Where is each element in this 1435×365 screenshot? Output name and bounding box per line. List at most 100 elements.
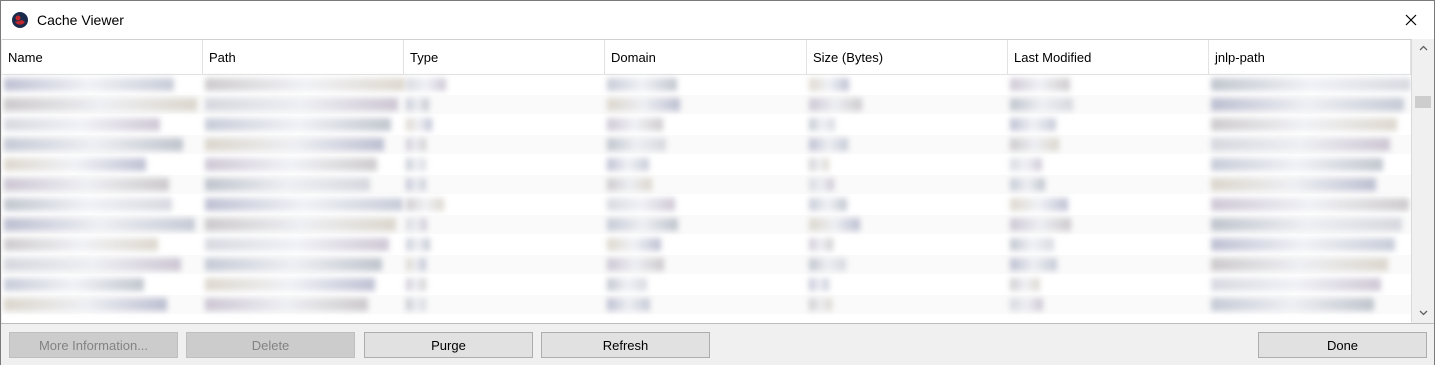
obscured-cell xyxy=(1211,198,1409,211)
table-row[interactable] xyxy=(2,295,1411,314)
obscured-cell xyxy=(406,218,427,231)
chevron-up-icon xyxy=(1419,45,1427,50)
obscured-cell xyxy=(809,118,835,131)
cache-table[interactable]: Name Path Type Domain Size (Bytes) Last … xyxy=(2,39,1411,323)
table-row[interactable] xyxy=(2,195,1411,214)
obscured-cell xyxy=(406,278,426,291)
obscured-cell xyxy=(406,258,426,271)
obscured-cell xyxy=(1211,78,1411,91)
obscured-cell xyxy=(406,198,444,211)
obscured-cell xyxy=(4,278,144,291)
obscured-cell xyxy=(205,258,382,271)
table-row[interactable] xyxy=(2,115,1411,134)
vertical-scrollbar[interactable] xyxy=(1411,39,1434,322)
cache-viewer-window: Cache Viewer Name Path Type Domain Size … xyxy=(0,0,1435,365)
obscured-cell xyxy=(4,178,169,191)
obscured-cell xyxy=(607,278,647,291)
obscured-cell xyxy=(1211,98,1404,111)
table-row[interactable] xyxy=(2,75,1411,94)
obscured-cell xyxy=(205,278,375,291)
scroll-thumb[interactable] xyxy=(1415,96,1431,108)
obscured-cell xyxy=(607,138,666,151)
obscured-cell xyxy=(1010,218,1071,231)
obscured-cell xyxy=(205,158,377,171)
obscured-cell xyxy=(607,298,650,311)
table-row[interactable] xyxy=(2,175,1411,194)
delete-button[interactable]: Delete xyxy=(186,332,355,358)
obscured-cell xyxy=(205,118,391,131)
obscured-cell xyxy=(406,138,426,151)
obscured-cell xyxy=(205,138,384,151)
column-header-jnlp-path[interactable]: jnlp-path xyxy=(1209,40,1411,74)
obscured-cell xyxy=(607,98,680,111)
table-body xyxy=(2,75,1411,323)
table-row[interactable] xyxy=(2,235,1411,254)
obscured-cell xyxy=(1211,118,1397,131)
column-header-name[interactable]: Name xyxy=(2,40,203,74)
obscured-cell xyxy=(809,158,829,171)
obscured-cell xyxy=(1211,258,1388,271)
table-row[interactable] xyxy=(2,135,1411,154)
obscured-cell xyxy=(4,138,183,151)
obscured-cell xyxy=(4,98,197,111)
obscured-cell xyxy=(406,298,426,311)
obscured-cell xyxy=(607,198,675,211)
column-header-path[interactable]: Path xyxy=(203,40,404,74)
obscured-cell xyxy=(205,218,396,231)
more-information-button[interactable]: More Information... xyxy=(9,332,178,358)
obscured-cell xyxy=(809,98,862,111)
obscured-cell xyxy=(1211,218,1402,231)
obscured-cell xyxy=(1010,78,1070,91)
table-row[interactable] xyxy=(2,255,1411,274)
obscured-cell xyxy=(607,78,677,91)
obscured-cell xyxy=(4,238,158,251)
obscured-cell xyxy=(4,258,181,271)
obscured-cell xyxy=(607,238,661,251)
obscured-cell xyxy=(205,78,405,91)
obscured-cell xyxy=(809,298,832,311)
obscured-cell xyxy=(4,118,160,131)
java-app-icon xyxy=(12,12,28,28)
obscured-cell xyxy=(1010,98,1073,111)
obscured-cell xyxy=(607,178,652,191)
obscured-cell xyxy=(1211,298,1374,311)
obscured-cell xyxy=(406,178,426,191)
obscured-cell xyxy=(4,298,167,311)
column-header-last-modified[interactable]: Last Modified xyxy=(1008,40,1209,74)
scroll-down-button[interactable] xyxy=(1412,304,1434,321)
window-title: Cache Viewer xyxy=(37,12,124,28)
close-icon xyxy=(1405,14,1417,26)
obscured-cell xyxy=(1010,278,1040,291)
obscured-cell xyxy=(4,198,172,211)
obscured-cell xyxy=(1010,158,1042,171)
chevron-down-icon xyxy=(1419,310,1427,315)
obscured-cell xyxy=(205,178,370,191)
obscured-cell xyxy=(607,158,649,171)
purge-button[interactable]: Purge xyxy=(364,332,533,358)
refresh-button[interactable]: Refresh xyxy=(541,332,710,358)
obscured-cell xyxy=(406,118,432,131)
obscured-cell xyxy=(1010,298,1043,311)
table-row[interactable] xyxy=(2,215,1411,234)
column-header-domain[interactable]: Domain xyxy=(605,40,807,74)
obscured-cell xyxy=(607,218,678,231)
obscured-cell xyxy=(809,218,860,231)
scroll-up-button[interactable] xyxy=(1412,39,1434,56)
done-button[interactable]: Done xyxy=(1258,332,1427,358)
obscured-cell xyxy=(809,78,849,91)
obscured-cell xyxy=(1211,178,1376,191)
close-button[interactable] xyxy=(1388,1,1434,39)
obscured-cell xyxy=(1211,158,1383,171)
obscured-cell xyxy=(4,78,174,91)
obscured-cell xyxy=(809,198,847,211)
table-row[interactable] xyxy=(2,155,1411,174)
obscured-cell xyxy=(406,98,429,111)
obscured-cell xyxy=(205,98,398,111)
obscured-cell xyxy=(1010,198,1068,211)
column-header-size[interactable]: Size (Bytes) xyxy=(807,40,1008,74)
obscured-cell xyxy=(809,278,829,291)
table-header: Name Path Type Domain Size (Bytes) Last … xyxy=(2,40,1411,75)
column-header-type[interactable]: Type xyxy=(404,40,605,74)
table-row[interactable] xyxy=(2,275,1411,294)
table-row[interactable] xyxy=(2,95,1411,114)
